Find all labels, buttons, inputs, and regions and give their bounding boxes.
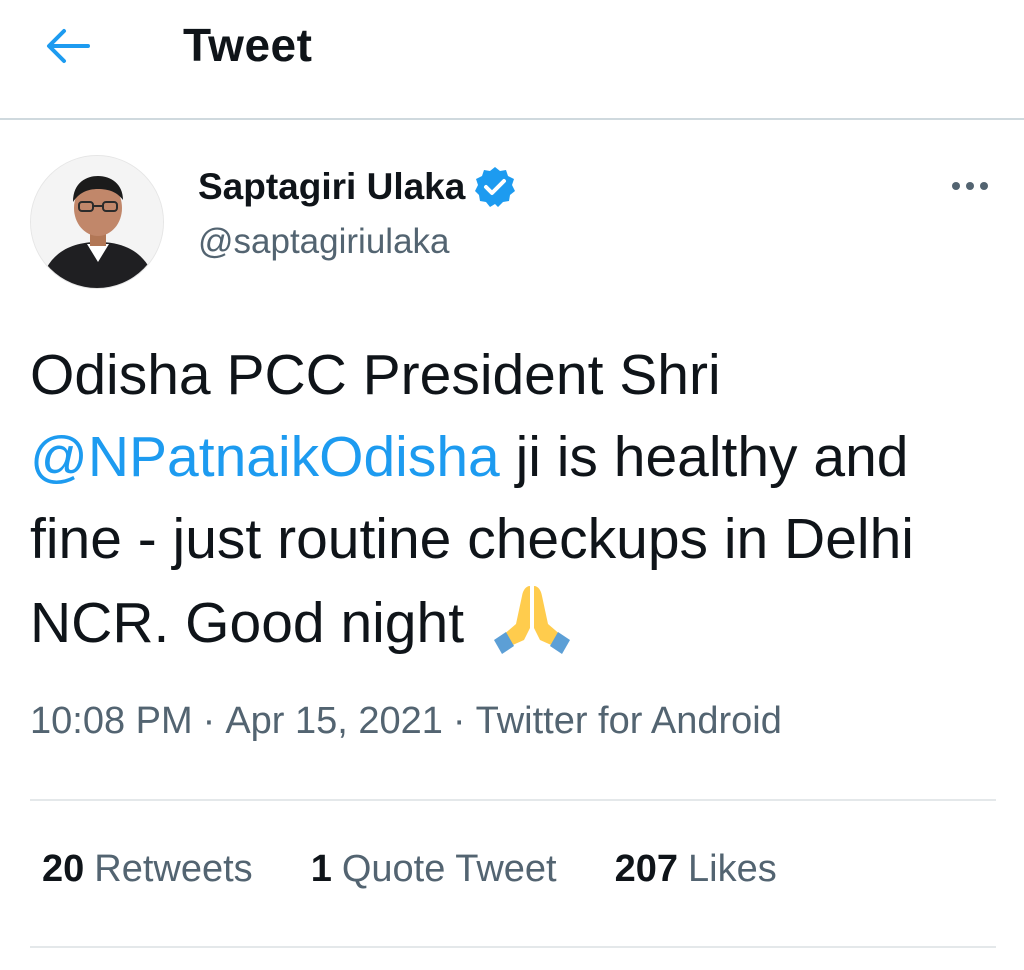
tweet-text-part: Odisha PCC President Shri <box>30 343 721 407</box>
author-handle[interactable]: @saptagiriulaka <box>198 222 450 262</box>
tweet-date[interactable]: Apr 15, 2021 <box>225 700 443 742</box>
author-name[interactable]: Saptagiri Ulaka <box>198 166 465 208</box>
retweets-count: 20 <box>42 848 85 890</box>
more-options-button[interactable] <box>944 168 996 204</box>
mention-link[interactable]: @NPatnaikOdisha <box>30 425 500 489</box>
back-button[interactable] <box>40 24 96 68</box>
likes-stat[interactable]: 207 Likes <box>615 848 777 891</box>
tweet-meta: 10:08 PM · Apr 15, 2021 · Twitter for Androi… <box>30 700 782 743</box>
tweet-time[interactable]: 10:08 PM <box>30 700 193 742</box>
verified-badge-icon <box>473 165 517 209</box>
top-bar: Tweet <box>0 0 1024 120</box>
page-title: Tweet <box>183 19 313 71</box>
tweet-stats: 20 Retweets 1 Quote Tweet 207 Likes <box>42 848 835 891</box>
quote-tweets-label: Quote Tweet <box>341 848 557 890</box>
avatar[interactable] <box>30 155 164 289</box>
quote-tweets-stat[interactable]: 1 Quote Tweet <box>311 848 557 891</box>
separator: · <box>452 700 466 742</box>
avatar-photo <box>31 156 163 288</box>
author-name-row[interactable]: Saptagiri Ulaka <box>198 162 517 212</box>
divider <box>30 799 996 801</box>
tweet-source[interactable]: Twitter for Android <box>476 700 782 742</box>
arrow-left-icon <box>47 29 90 63</box>
likes-count: 207 <box>614 848 679 890</box>
tweet-text: Odisha PCC President Shri @NPatnaikOdish… <box>30 334 1010 664</box>
retweets-stat[interactable]: 20 Retweets <box>42 848 253 891</box>
divider <box>30 946 996 948</box>
quote-tweets-count: 1 <box>310 848 332 890</box>
folded-hands-icon <box>490 580 574 654</box>
likes-label: Likes <box>688 848 777 890</box>
more-options-icon <box>952 182 988 190</box>
retweets-label: Retweets <box>94 848 253 890</box>
separator: · <box>202 700 216 742</box>
